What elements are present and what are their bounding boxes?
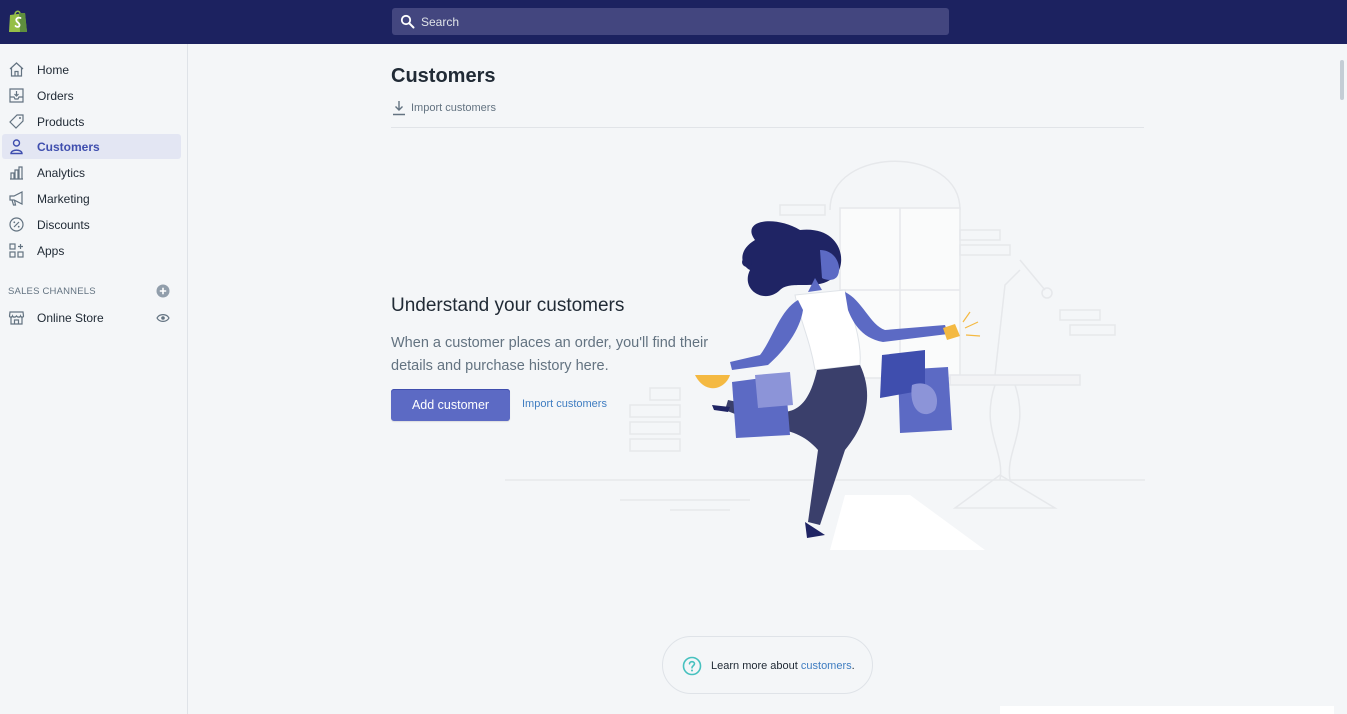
- sidebar-item-label: Discounts: [37, 218, 90, 232]
- sidebar-item-orders[interactable]: Orders: [2, 83, 181, 108]
- plus-circle-icon[interactable]: [156, 284, 170, 298]
- shopify-bag-icon[interactable]: [7, 9, 29, 34]
- sidebar-item-label: Marketing: [37, 192, 90, 206]
- page-title: Customers: [391, 65, 496, 87]
- sales-channels-heading: SALES CHANNELS: [8, 286, 96, 297]
- sidebar-item-marketing[interactable]: Marketing: [2, 186, 181, 211]
- customers-help-link[interactable]: customers: [801, 660, 852, 672]
- import-customers-label: Import customers: [411, 102, 496, 114]
- sidebar-item-label: Online Store: [37, 311, 104, 325]
- bottom-strip: [1000, 706, 1334, 714]
- download-icon: [393, 101, 405, 116]
- sidebar-item-analytics[interactable]: Analytics: [2, 160, 181, 185]
- sidebar-item-customers[interactable]: Customers: [2, 134, 181, 159]
- sidebar-item-apps[interactable]: Apps: [2, 238, 181, 263]
- bar-chart-icon: [10, 166, 23, 180]
- person-icon: [10, 139, 23, 155]
- help-footer: Learn more about customers.: [662, 636, 873, 694]
- orders-icon: [9, 88, 24, 103]
- top-bar: Search: [0, 0, 1347, 44]
- sidebar-item-label: Products: [37, 115, 85, 129]
- sidebar: Home Orders Products Customers Analytics…: [0, 44, 188, 714]
- title-divider: [391, 127, 1144, 128]
- woman-with-shopping-bags-illustration: [505, 160, 1145, 550]
- eye-icon[interactable]: [156, 313, 170, 323]
- sidebar-item-label: Orders: [37, 89, 74, 103]
- help-prefix: Learn more about: [711, 660, 801, 672]
- tag-icon: [9, 114, 24, 129]
- help-text: Learn more about customers.: [711, 660, 855, 672]
- question-circle-icon: [682, 656, 702, 676]
- store-icon: [8, 311, 25, 325]
- sidebar-item-label: Home: [37, 63, 70, 77]
- scrollbar[interactable]: [1340, 60, 1344, 100]
- sidebar-item-label: Analytics: [37, 166, 86, 180]
- apps-icon: [9, 243, 24, 258]
- sidebar-item-label: Customers: [37, 140, 100, 154]
- sidebar-item-label: Apps: [37, 244, 65, 258]
- help-suffix: .: [851, 660, 855, 672]
- sidebar-item-home[interactable]: Home: [2, 57, 181, 82]
- megaphone-icon: [9, 191, 23, 206]
- sidebar-item-products[interactable]: Products: [2, 109, 181, 134]
- home-icon: [9, 62, 24, 77]
- sidebar-item-online-store[interactable]: Online Store: [2, 305, 181, 330]
- discount-icon: [9, 217, 24, 232]
- search-icon: [400, 14, 415, 29]
- add-customer-button[interactable]: Add customer: [391, 389, 510, 421]
- search-placeholder: Search: [421, 15, 460, 29]
- sidebar-item-discounts[interactable]: Discounts: [2, 212, 181, 237]
- search-input[interactable]: Search: [392, 8, 949, 35]
